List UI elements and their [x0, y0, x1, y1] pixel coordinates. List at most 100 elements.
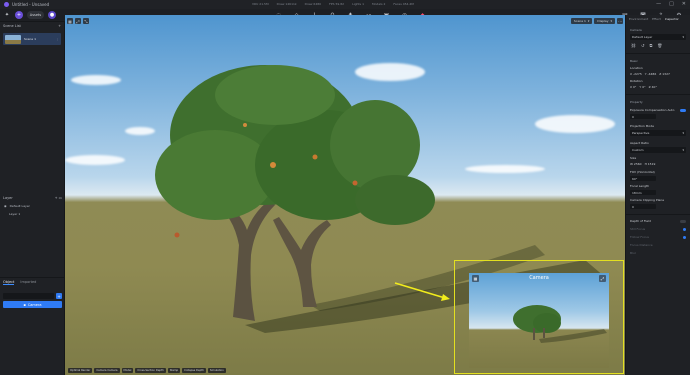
copy-icon[interactable]: ⧉ — [649, 43, 652, 48]
stat-item: Draw 14611k — [276, 2, 297, 6]
size-width[interactable]: W 2560 — [630, 162, 642, 166]
camera-small-icon: ▪ — [23, 302, 26, 307]
location-x[interactable]: X -2275 — [630, 72, 642, 76]
layer-item-1[interactable]: Layer 1 — [0, 210, 65, 218]
camera-preview-frame: Camera ▦ ⤢ — [454, 260, 624, 374]
close-button[interactable]: ✕ — [682, 1, 686, 7]
eye-icon[interactable]: ◉ — [4, 204, 7, 208]
aspect-select[interactable]: Custom ▾ — [630, 147, 686, 153]
focal-input[interactable]: 18mm — [630, 190, 656, 195]
dof-field: Still Focus — [626, 227, 690, 231]
dof-field: Focus Distance — [626, 243, 690, 247]
camera-section-label: Camera — [630, 28, 642, 32]
dof-field-label: Blur — [630, 251, 637, 255]
projection-label: Projection Mode — [630, 124, 654, 128]
location-label: Location — [630, 66, 643, 70]
size-height[interactable]: H 1519 — [645, 162, 656, 166]
inspector-panel: Environment Effect Inspector Camera Defa… — [625, 15, 690, 375]
add-icon[interactable]: + — [15, 11, 23, 19]
focal-label: Focal Length — [630, 184, 650, 188]
chevron-down-icon: ▾ — [682, 148, 684, 152]
status-chip[interactable]: Camera Camera — [94, 368, 120, 373]
camera-object-button[interactable]: ▪ Camera — [3, 301, 62, 308]
stat-item: Faces 454.4M — [393, 2, 414, 6]
preview-grid-icon[interactable]: ▦ — [472, 275, 479, 282]
minimize-button[interactable]: — — [656, 1, 661, 7]
layer-item-default[interactable]: ◉ Default Layer — [0, 202, 65, 210]
dof-field-label: Focus Distance — [630, 243, 653, 247]
stat-item: FPS 59.82 — [329, 2, 345, 6]
fov-label: FOV (Horizontal) — [630, 170, 655, 174]
scene-add-icon[interactable]: + — [58, 24, 61, 28]
exposure-toggle[interactable] — [680, 108, 686, 112]
layer-name: Layer 1 — [9, 212, 21, 216]
viewport-status-chips: Optimal Render Camera Camera Model Cross… — [68, 368, 226, 373]
assets-button[interactable]: Assets — [27, 11, 44, 19]
reset-icon[interactable]: ↺ — [641, 43, 644, 48]
layer-header: Layer + ▭ — [0, 194, 65, 202]
layer-select[interactable]: Default Layer ▾ — [630, 34, 686, 40]
arrow-head — [441, 294, 450, 301]
camera-preview-render — [513, 305, 607, 343]
scene-item[interactable]: Scene 1 ⋮ — [3, 33, 61, 45]
status-chip[interactable]: Simulation — [207, 368, 226, 373]
exposure-row: Exposure Compensation Auto — [626, 108, 690, 112]
chevron-down-icon: ▾ — [682, 35, 684, 39]
object-add-button[interactable]: + — [56, 293, 62, 299]
link-icon[interactable]: ⛓ — [631, 43, 636, 48]
tab-inspector[interactable]: Inspector — [665, 17, 679, 21]
scene-options-icon[interactable]: ⋮ — [56, 37, 59, 41]
status-chip[interactable]: Stamp — [167, 368, 181, 373]
location-y[interactable]: Y -4486 — [645, 72, 657, 76]
size-fields: W 2560 H 1519 — [626, 162, 690, 166]
3d-viewport[interactable]: ▦ ⤢ ⤡ Scene 1 ▾ Display ▾ ⋯ Camera ▦ ⤢ O… — [65, 15, 625, 375]
divider — [626, 53, 690, 54]
projection-select[interactable]: Perspective ▾ — [630, 130, 686, 136]
fov-input[interactable]: 60° — [630, 176, 656, 181]
arrow-line — [394, 282, 446, 299]
exposure-input[interactable]: 0 — [630, 114, 656, 119]
ai-icon[interactable]: ● — [48, 11, 56, 19]
status-chip[interactable]: Cross-Section Depth — [135, 368, 166, 373]
rotation-x[interactable]: X 0° — [630, 85, 636, 89]
projection-value: Perspective — [632, 131, 650, 135]
dof-toggle[interactable] — [680, 219, 686, 223]
rotation-y[interactable]: Y 0° — [639, 85, 645, 89]
maximize-button[interactable]: □ — [669, 1, 674, 7]
scene-list-label: Scene List — [3, 24, 21, 28]
tab-imported[interactable]: Imported — [20, 280, 36, 285]
layer-add-icon[interactable]: + ▭ — [55, 196, 62, 200]
bulb-menu-icon[interactable]: ✦ — [3, 11, 11, 19]
preview-expand-icon[interactable]: ⤢ — [599, 275, 606, 282]
radio-icon[interactable] — [683, 227, 686, 231]
basic-label: Basic — [630, 59, 638, 63]
layer-select-value: Default Layer — [632, 35, 653, 39]
app-logo-icon — [4, 2, 9, 7]
status-chip[interactable]: Model — [121, 368, 134, 373]
location-z[interactable]: Z 1327 — [659, 72, 670, 76]
status-chip[interactable]: Optimal Render — [68, 368, 93, 373]
aspect-label: Aspect Ratio — [630, 141, 649, 145]
divider — [626, 94, 690, 95]
window-title: Untitled - Unsaved — [12, 2, 50, 7]
camera-preview[interactable]: Camera ▦ ⤢ — [469, 273, 609, 368]
tab-effect[interactable]: Effect — [652, 17, 661, 21]
clip-input[interactable]: 0 — [630, 204, 656, 209]
render-stats: VRU 21.5M Draw 14611k Draw 6480 FPS 59.8… — [252, 2, 414, 6]
scene-list-header: Scene List + — [0, 22, 64, 30]
tab-environment[interactable]: Environment — [629, 17, 648, 21]
rotation-label: Rotation — [630, 79, 643, 83]
stat-item: VRU 21.5M — [252, 2, 269, 6]
radio-icon[interactable] — [683, 235, 686, 239]
status-chip[interactable]: Collapse Depth — [182, 368, 206, 373]
rotation-z[interactable]: Z 40° — [649, 85, 657, 89]
divider — [626, 214, 690, 215]
object-search-input[interactable] — [3, 293, 54, 299]
delete-icon[interactable]: 🗑 — [657, 43, 662, 48]
layer-name: Default Layer — [9, 204, 30, 208]
preview-tree-trunk — [533, 328, 535, 340]
stat-item: Lights 1 — [352, 2, 364, 6]
window-controls: — □ ✕ — [656, 1, 686, 7]
layer-section: Layer + ▭ ◉ Default Layer Layer 1 — [0, 194, 65, 218]
tab-object[interactable]: Object — [3, 280, 15, 285]
